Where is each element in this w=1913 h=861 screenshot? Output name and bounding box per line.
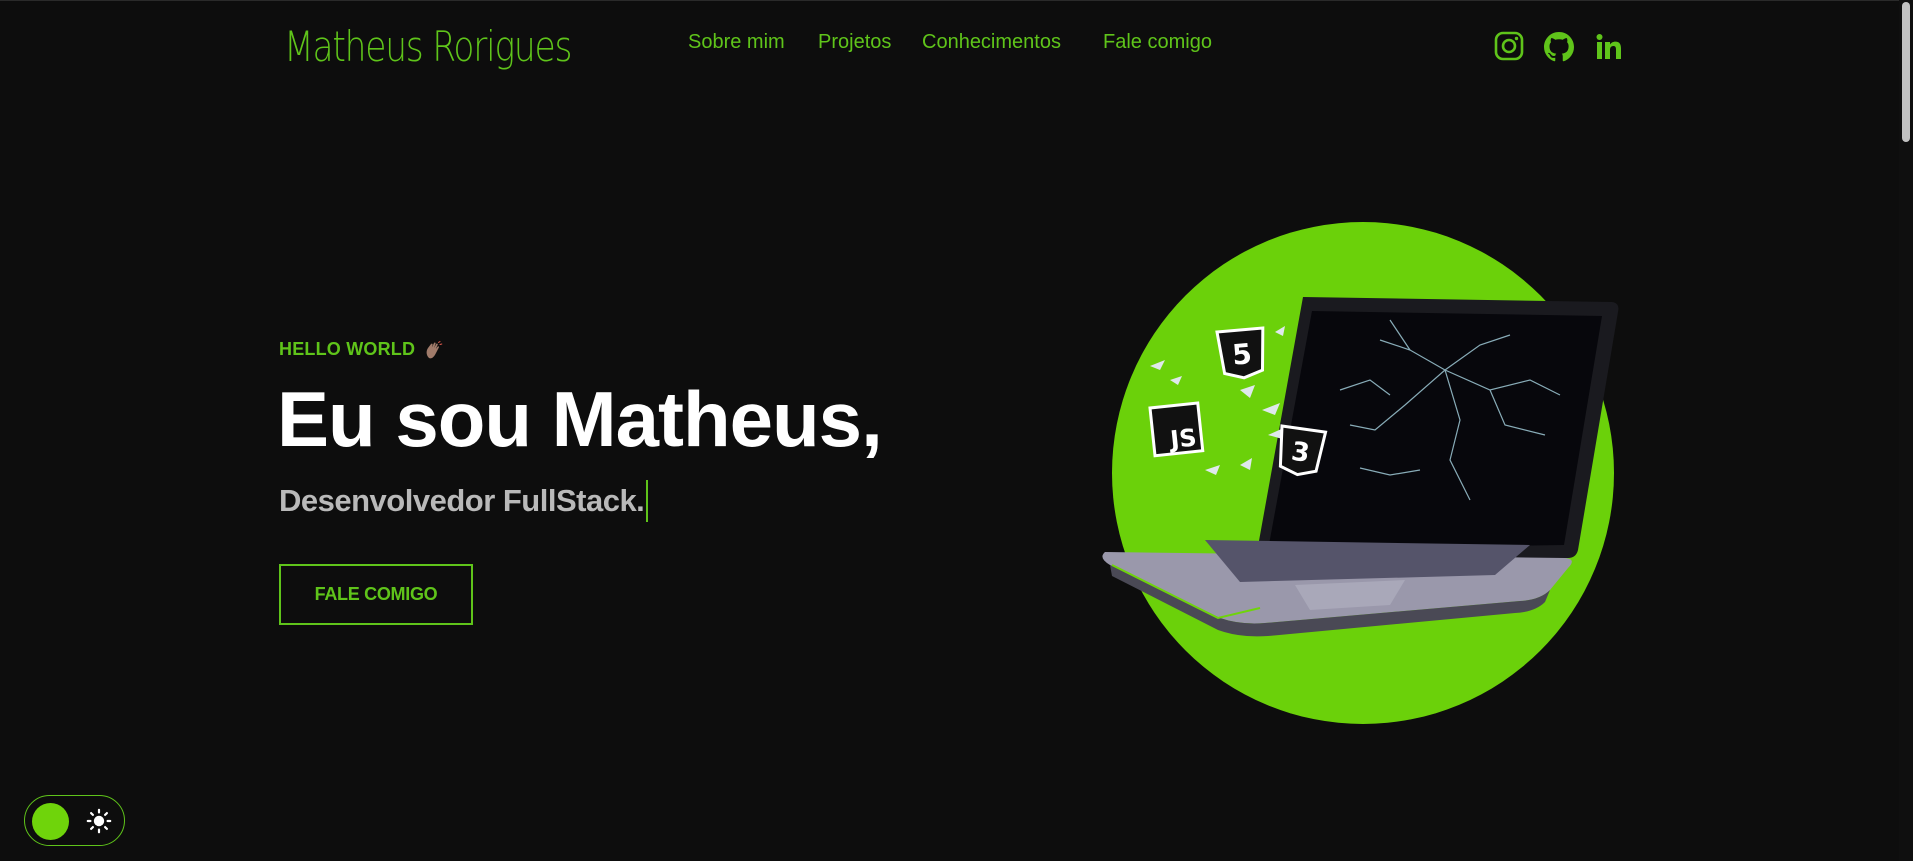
instagram-icon[interactable] xyxy=(1494,31,1524,61)
site-header: Matheus Rorigues Sobre mim Projetos Conh… xyxy=(0,0,1913,90)
hero-subline: Desenvolvedor FullStack. xyxy=(279,483,645,518)
typing-caret xyxy=(646,480,649,522)
theme-toggle[interactable] xyxy=(24,795,125,846)
html5-label: 5 xyxy=(1231,337,1253,372)
sun-icon xyxy=(86,808,112,834)
nav-link-projetos[interactable]: Projetos xyxy=(818,31,891,54)
page-scrollbar[interactable] xyxy=(1899,0,1913,861)
github-icon[interactable] xyxy=(1544,32,1574,62)
waving-hand-icon xyxy=(426,340,443,358)
hero-eyebrow-text: HELLO WORLD xyxy=(279,339,416,359)
hero-headline: Eu sou Matheus, xyxy=(277,375,883,463)
hero-illustration: 5 JS 3 xyxy=(1102,222,1619,724)
nav-link-conhecimentos[interactable]: Conhecimentos xyxy=(922,31,1061,54)
theme-toggle-knob xyxy=(32,803,69,840)
linkedin-icon[interactable] xyxy=(1594,32,1624,62)
scrollbar-thumb[interactable] xyxy=(1902,2,1910,142)
hero-eyebrow: HELLO WORLD xyxy=(279,339,443,360)
nav-link-sobre-mim[interactable]: Sobre mim xyxy=(688,31,785,54)
hero-subline-wrap: Desenvolvedor FullStack. xyxy=(279,480,649,522)
js-badge: JS xyxy=(1148,401,1205,458)
js-label: JS xyxy=(1167,423,1198,454)
html5-badge: 5 xyxy=(1215,326,1265,380)
contact-cta-button[interactable]: FALE COMIGO xyxy=(279,564,473,625)
site-logo[interactable]: Matheus Rorigues xyxy=(284,22,572,71)
nav-link-fale-comigo[interactable]: Fale comigo xyxy=(1103,31,1212,54)
